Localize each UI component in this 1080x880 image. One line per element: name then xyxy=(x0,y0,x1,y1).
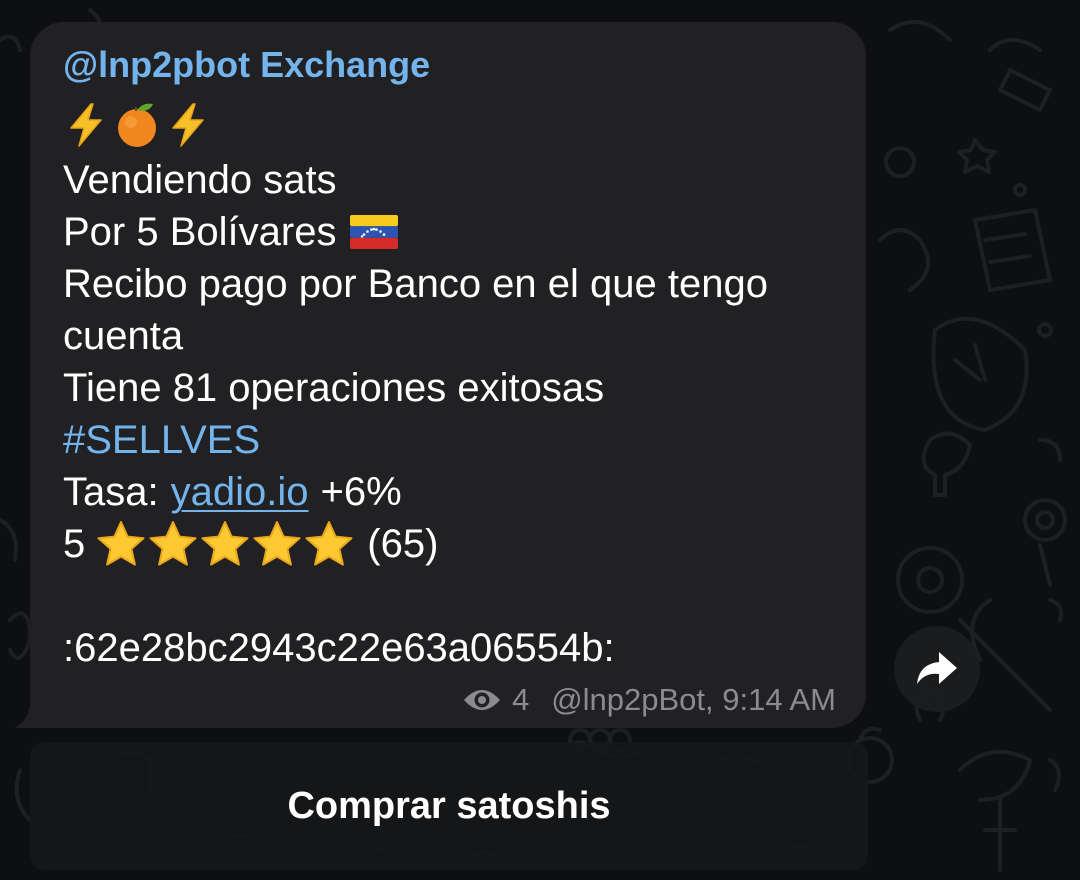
eye-icon xyxy=(462,686,502,714)
rate-label: Tasa: xyxy=(63,470,159,514)
sender-name[interactable]: @lnp2pbot Exchange xyxy=(63,44,430,86)
forward-button[interactable] xyxy=(894,626,980,712)
emoji-row xyxy=(63,102,211,152)
high-voltage-icon xyxy=(165,102,211,153)
rating-stars xyxy=(95,519,355,569)
star-icon xyxy=(253,521,301,566)
share-arrow-icon xyxy=(915,650,959,688)
rating-value: 5 xyxy=(63,522,86,566)
view-count: 4 xyxy=(511,682,530,717)
star-icon xyxy=(149,521,197,566)
message-line-rating: 5 (65) xyxy=(63,518,768,570)
venezuela-flag-icon xyxy=(350,215,399,249)
message-line: Tiene 81 operaciones exitosas xyxy=(63,366,605,410)
message-line: cuenta xyxy=(63,314,184,358)
star-icon xyxy=(201,521,249,566)
tangerine-icon xyxy=(113,101,161,154)
order-id[interactable]: :62e28bc2943c22e63a06554b: xyxy=(63,622,768,674)
star-icon xyxy=(305,521,353,566)
high-voltage-icon xyxy=(63,102,109,153)
rating-count: (65) xyxy=(367,522,439,566)
hashtag-link[interactable]: #SELLVES xyxy=(63,414,260,466)
message-line-currency: Por 5 Bolívares xyxy=(63,206,768,258)
buy-satoshis-button[interactable]: Comprar satoshis xyxy=(30,742,868,870)
message-bubble[interactable]: @lnp2pbot Exchange Vendiendo sats Por 5 … xyxy=(30,22,866,728)
message-line-rate: Tasa: yadio.io +6% xyxy=(63,466,768,518)
rate-link[interactable]: yadio.io xyxy=(171,466,309,518)
message-text: Vendiendo sats Por 5 Bolívares Recibo pa… xyxy=(63,154,768,674)
message-line-hashtag: #SELLVES xyxy=(63,414,768,466)
message-line: Recibo pago por Banco en el que tengo xyxy=(63,262,768,306)
author-time: @lnp2pBot, 9:14 AM xyxy=(551,682,836,717)
message-line: Vendiendo sats xyxy=(63,158,337,202)
currency-text: Por 5 Bolívares xyxy=(63,210,337,254)
rate-suffix: +6% xyxy=(320,470,402,514)
message-meta: 4 @lnp2pBot, 9:14 AM xyxy=(462,678,836,722)
star-icon xyxy=(97,521,145,566)
